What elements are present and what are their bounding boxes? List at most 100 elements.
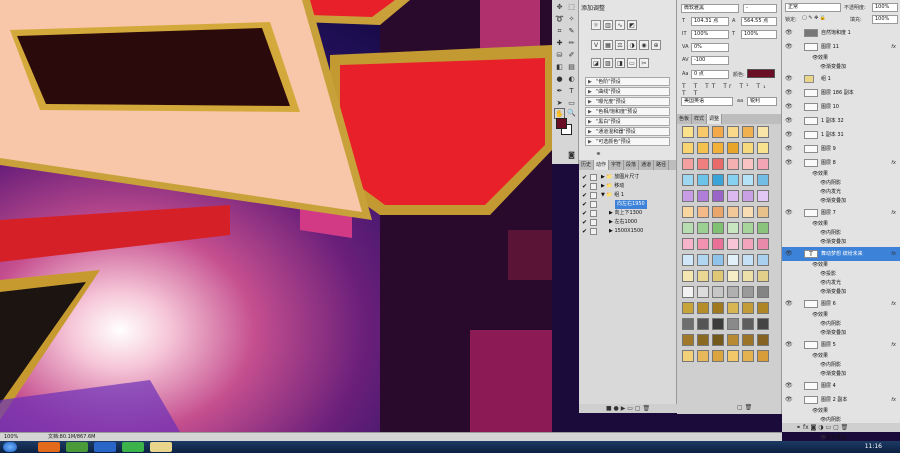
style-swatch[interactable] <box>712 334 724 346</box>
style-swatch[interactable] <box>757 334 769 346</box>
layer-effect-row[interactable]: 👁 效果 <box>782 352 900 361</box>
style-swatch[interactable] <box>727 222 739 234</box>
style-swatch[interactable] <box>682 334 694 346</box>
style-swatch[interactable] <box>682 318 694 330</box>
preset-channel-mixer[interactable]: "通道混和器"预设 <box>585 127 670 136</box>
action-item[interactable]: ✔ ▶ 📁 放图片尺寸 <box>579 173 677 182</box>
layer-effect-row[interactable]: 👁 内阴影 <box>782 229 900 238</box>
style-swatch[interactable] <box>712 318 724 330</box>
style-swatch[interactable] <box>682 206 694 218</box>
style-swatch[interactable] <box>757 286 769 298</box>
layer-row[interactable]: 👁 图层 2 副本 fx <box>782 393 900 407</box>
layer-row[interactable]: 👁 图层 186 副本 <box>782 86 900 100</box>
style-swatch[interactable] <box>742 158 754 170</box>
magic-wand-tool-icon[interactable]: ✧ <box>566 14 577 25</box>
stop-icon[interactable]: ■ <box>606 405 612 412</box>
posterize-icon[interactable]: ▨ <box>603 58 613 68</box>
style-swatch[interactable] <box>682 350 694 362</box>
style-swatch[interactable] <box>712 238 724 250</box>
tab-styles[interactable]: 样式 <box>692 114 708 124</box>
style-swatch[interactable] <box>727 126 739 138</box>
layer-fx-icon[interactable]: fx <box>891 156 896 170</box>
marquee-tool-icon[interactable]: ⬚ <box>566 2 577 13</box>
taskbar-app-green[interactable] <box>66 442 88 452</box>
style-swatch[interactable] <box>712 270 724 282</box>
doc-info[interactable]: 文档:80.1M/867.6M <box>48 433 95 441</box>
tab-swatches[interactable]: 色板 <box>677 114 693 124</box>
style-swatch[interactable] <box>682 190 694 202</box>
preset-hue-saturation[interactable]: "色相/饱和度"预设 <box>585 107 670 116</box>
font-size-field[interactable]: 104.31 点 <box>691 17 729 26</box>
opacity-field[interactable]: 100% <box>872 3 898 12</box>
tab-paths[interactable]: 路径 <box>654 160 670 170</box>
type-style-buttons[interactable]: T T TT Tr T¹ T₁ T T <box>682 83 776 97</box>
layer-fx-icon[interactable]: fx <box>891 338 896 352</box>
adjustment-layer-icon[interactable]: ◑ <box>818 424 823 431</box>
style-swatch[interactable] <box>727 270 739 282</box>
preset-levels[interactable]: "色阶"预设 <box>585 77 670 86</box>
horizontal-scale-field[interactable]: 100% <box>741 30 777 39</box>
antialias-select[interactable]: 锐利 <box>747 97 777 106</box>
tab-channels[interactable]: 通道 <box>639 160 655 170</box>
new-layer-icon[interactable]: ▢ <box>833 424 839 431</box>
layer-effect-row[interactable]: 👁内发光 <box>782 279 900 288</box>
style-swatch[interactable] <box>697 222 709 234</box>
move-tool-icon[interactable]: ✥ <box>554 2 565 13</box>
healing-tool-icon[interactable]: ✚ <box>554 38 565 49</box>
invert-icon[interactable]: ◪ <box>591 58 601 68</box>
layer-row[interactable]: 👁 图层 5 fx <box>782 338 900 352</box>
style-swatch[interactable] <box>742 190 754 202</box>
action-item[interactable]: ✔ ▶ 向上下1300 <box>579 209 677 218</box>
style-swatch[interactable] <box>727 174 739 186</box>
new-group-icon[interactable]: ▭ <box>825 424 831 431</box>
style-swatch[interactable] <box>712 174 724 186</box>
blend-mode-select[interactable]: 正常 <box>785 3 841 12</box>
document-canvas[interactable] <box>0 0 552 432</box>
blur-tool-icon[interactable]: ● <box>554 74 565 85</box>
taskbar-app-folder[interactable] <box>150 442 172 452</box>
layer-mask-icon[interactable]: ◙ <box>811 424 817 431</box>
foreground-color-swatch[interactable] <box>556 118 567 129</box>
style-swatch[interactable] <box>742 206 754 218</box>
visibility-eye-icon[interactable]: 👁 <box>785 86 793 100</box>
new-set-icon[interactable]: ▭ <box>627 405 633 412</box>
style-swatch[interactable] <box>727 302 739 314</box>
levels-icon[interactable]: ▥ <box>603 20 613 30</box>
hue-saturation-icon[interactable]: ▦ <box>603 40 613 50</box>
visibility-eye-icon[interactable]: 👁 <box>785 156 793 170</box>
style-swatch[interactable] <box>757 350 769 362</box>
crop-tool-icon[interactable]: ⌗ <box>554 26 565 37</box>
style-swatch[interactable] <box>727 206 739 218</box>
layer-row[interactable]: 👁 自然饱和度 1 <box>782 26 900 40</box>
action-item[interactable]: ✔ ▼ 📁 组 1 <box>579 191 677 200</box>
delete-layer-icon[interactable]: 🗑 <box>841 424 849 431</box>
action-item-selected[interactable]: ✔ 向左右1950 <box>579 200 677 209</box>
tab-paragraph[interactable]: 段落 <box>624 160 640 170</box>
dialog-toggle[interactable] <box>590 228 597 235</box>
delete-style-icon[interactable]: 🗑 <box>745 404 753 411</box>
check-icon[interactable]: ✔ <box>582 218 588 227</box>
layer-row[interactable]: 👁 图层 4 <box>782 379 900 393</box>
style-swatch[interactable] <box>742 334 754 346</box>
style-swatch[interactable] <box>697 190 709 202</box>
preset-curves[interactable]: "曲线"预设 <box>585 87 670 96</box>
action-item[interactable]: ✔ ▶ 📁 移动 <box>579 182 677 191</box>
layer-effect-row[interactable]: 👁 效果 <box>782 261 900 270</box>
style-swatch[interactable] <box>757 318 769 330</box>
gradient-map-icon[interactable]: ▭ <box>627 58 637 68</box>
style-swatch[interactable] <box>712 158 724 170</box>
visibility-eye-icon[interactable]: 👁 <box>785 206 793 220</box>
style-swatch[interactable] <box>742 270 754 282</box>
style-swatch[interactable] <box>697 142 709 154</box>
style-swatch[interactable] <box>727 254 739 266</box>
taskbar-app-browser[interactable] <box>122 442 144 452</box>
brightness-icon[interactable]: ☼ <box>591 20 601 30</box>
layer-effect-row[interactable]: 👁 内阴影 <box>782 320 900 329</box>
layer-fx-icon[interactable]: fx <box>891 247 896 261</box>
channel-mixer-icon[interactable]: ⊕ <box>651 40 661 50</box>
record-icon[interactable]: ● <box>614 405 619 412</box>
style-swatch[interactable] <box>757 206 769 218</box>
style-swatch[interactable] <box>757 174 769 186</box>
style-swatch[interactable] <box>712 142 724 154</box>
style-swatch[interactable] <box>697 174 709 186</box>
